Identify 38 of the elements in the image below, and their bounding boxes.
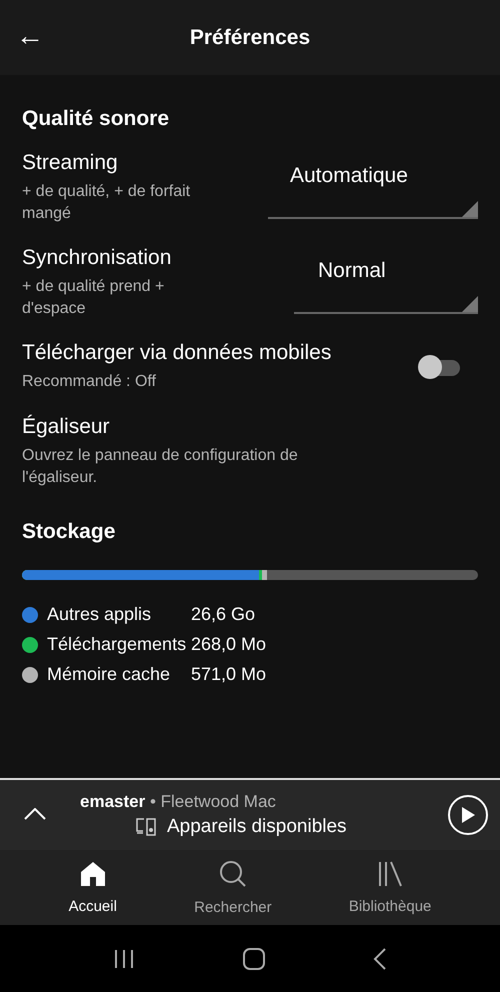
back-button[interactable]: ←	[12, 20, 48, 52]
library-icon	[376, 860, 404, 888]
quality-dropdown[interactable]: Automatique	[268, 156, 478, 219]
setting-description: Recommandé : Off	[22, 372, 157, 392]
page-title: Préférences	[190, 26, 310, 50]
play-icon	[460, 806, 476, 824]
setting-description: + de qualité prend + d'espace	[22, 277, 166, 319]
home-icon	[78, 860, 107, 888]
back-nav-button[interactable]	[372, 948, 387, 970]
legend-value: 571,0 Mo	[191, 664, 266, 686]
setting-title: Télécharger via données mobiles	[22, 341, 332, 366]
nav-tab[interactable]: Accueil	[62, 859, 123, 916]
setting-title: Synchronisation	[22, 246, 172, 270]
play-button[interactable]	[448, 795, 488, 835]
setting-description: Ouvrez le panneau de configuration de l'égaliseur.	[22, 446, 299, 488]
devices-button[interactable]: Appareils disponibles	[80, 816, 448, 838]
devices-icon	[135, 817, 157, 837]
quality-dropdown[interactable]: Normal	[294, 252, 478, 314]
corner-triangle-icon	[462, 296, 478, 312]
section-heading: Qualité sonore	[22, 107, 170, 131]
setting-title: Streaming	[22, 151, 119, 175]
chevron-up-icon	[24, 808, 46, 820]
setting-description: + de qualité, + de forfait mangé	[22, 182, 192, 224]
search-icon	[218, 859, 248, 889]
legend-value: 26,6 Go	[191, 604, 256, 626]
now-playing-text: emaster • Fleetwood Mac	[80, 792, 277, 812]
legend-label: Mémoire cache	[47, 664, 172, 686]
legend-label: Téléchargements	[47, 634, 188, 656]
section-heading: Stockage	[22, 520, 116, 544]
legend-value: 268,0 Mo	[191, 634, 266, 656]
recents-button[interactable]	[113, 948, 136, 968]
nav-tab[interactable]: Rechercher	[188, 858, 278, 917]
legend-label: Autres applis	[47, 604, 152, 626]
corner-triangle-icon	[462, 200, 478, 217]
nav-tab[interactable]: Bibliothèque	[342, 859, 438, 916]
home-button[interactable]	[242, 946, 266, 970]
setting-title[interactable]: Égaliseur	[22, 414, 377, 439]
toggle-switch[interactable]	[418, 354, 462, 380]
